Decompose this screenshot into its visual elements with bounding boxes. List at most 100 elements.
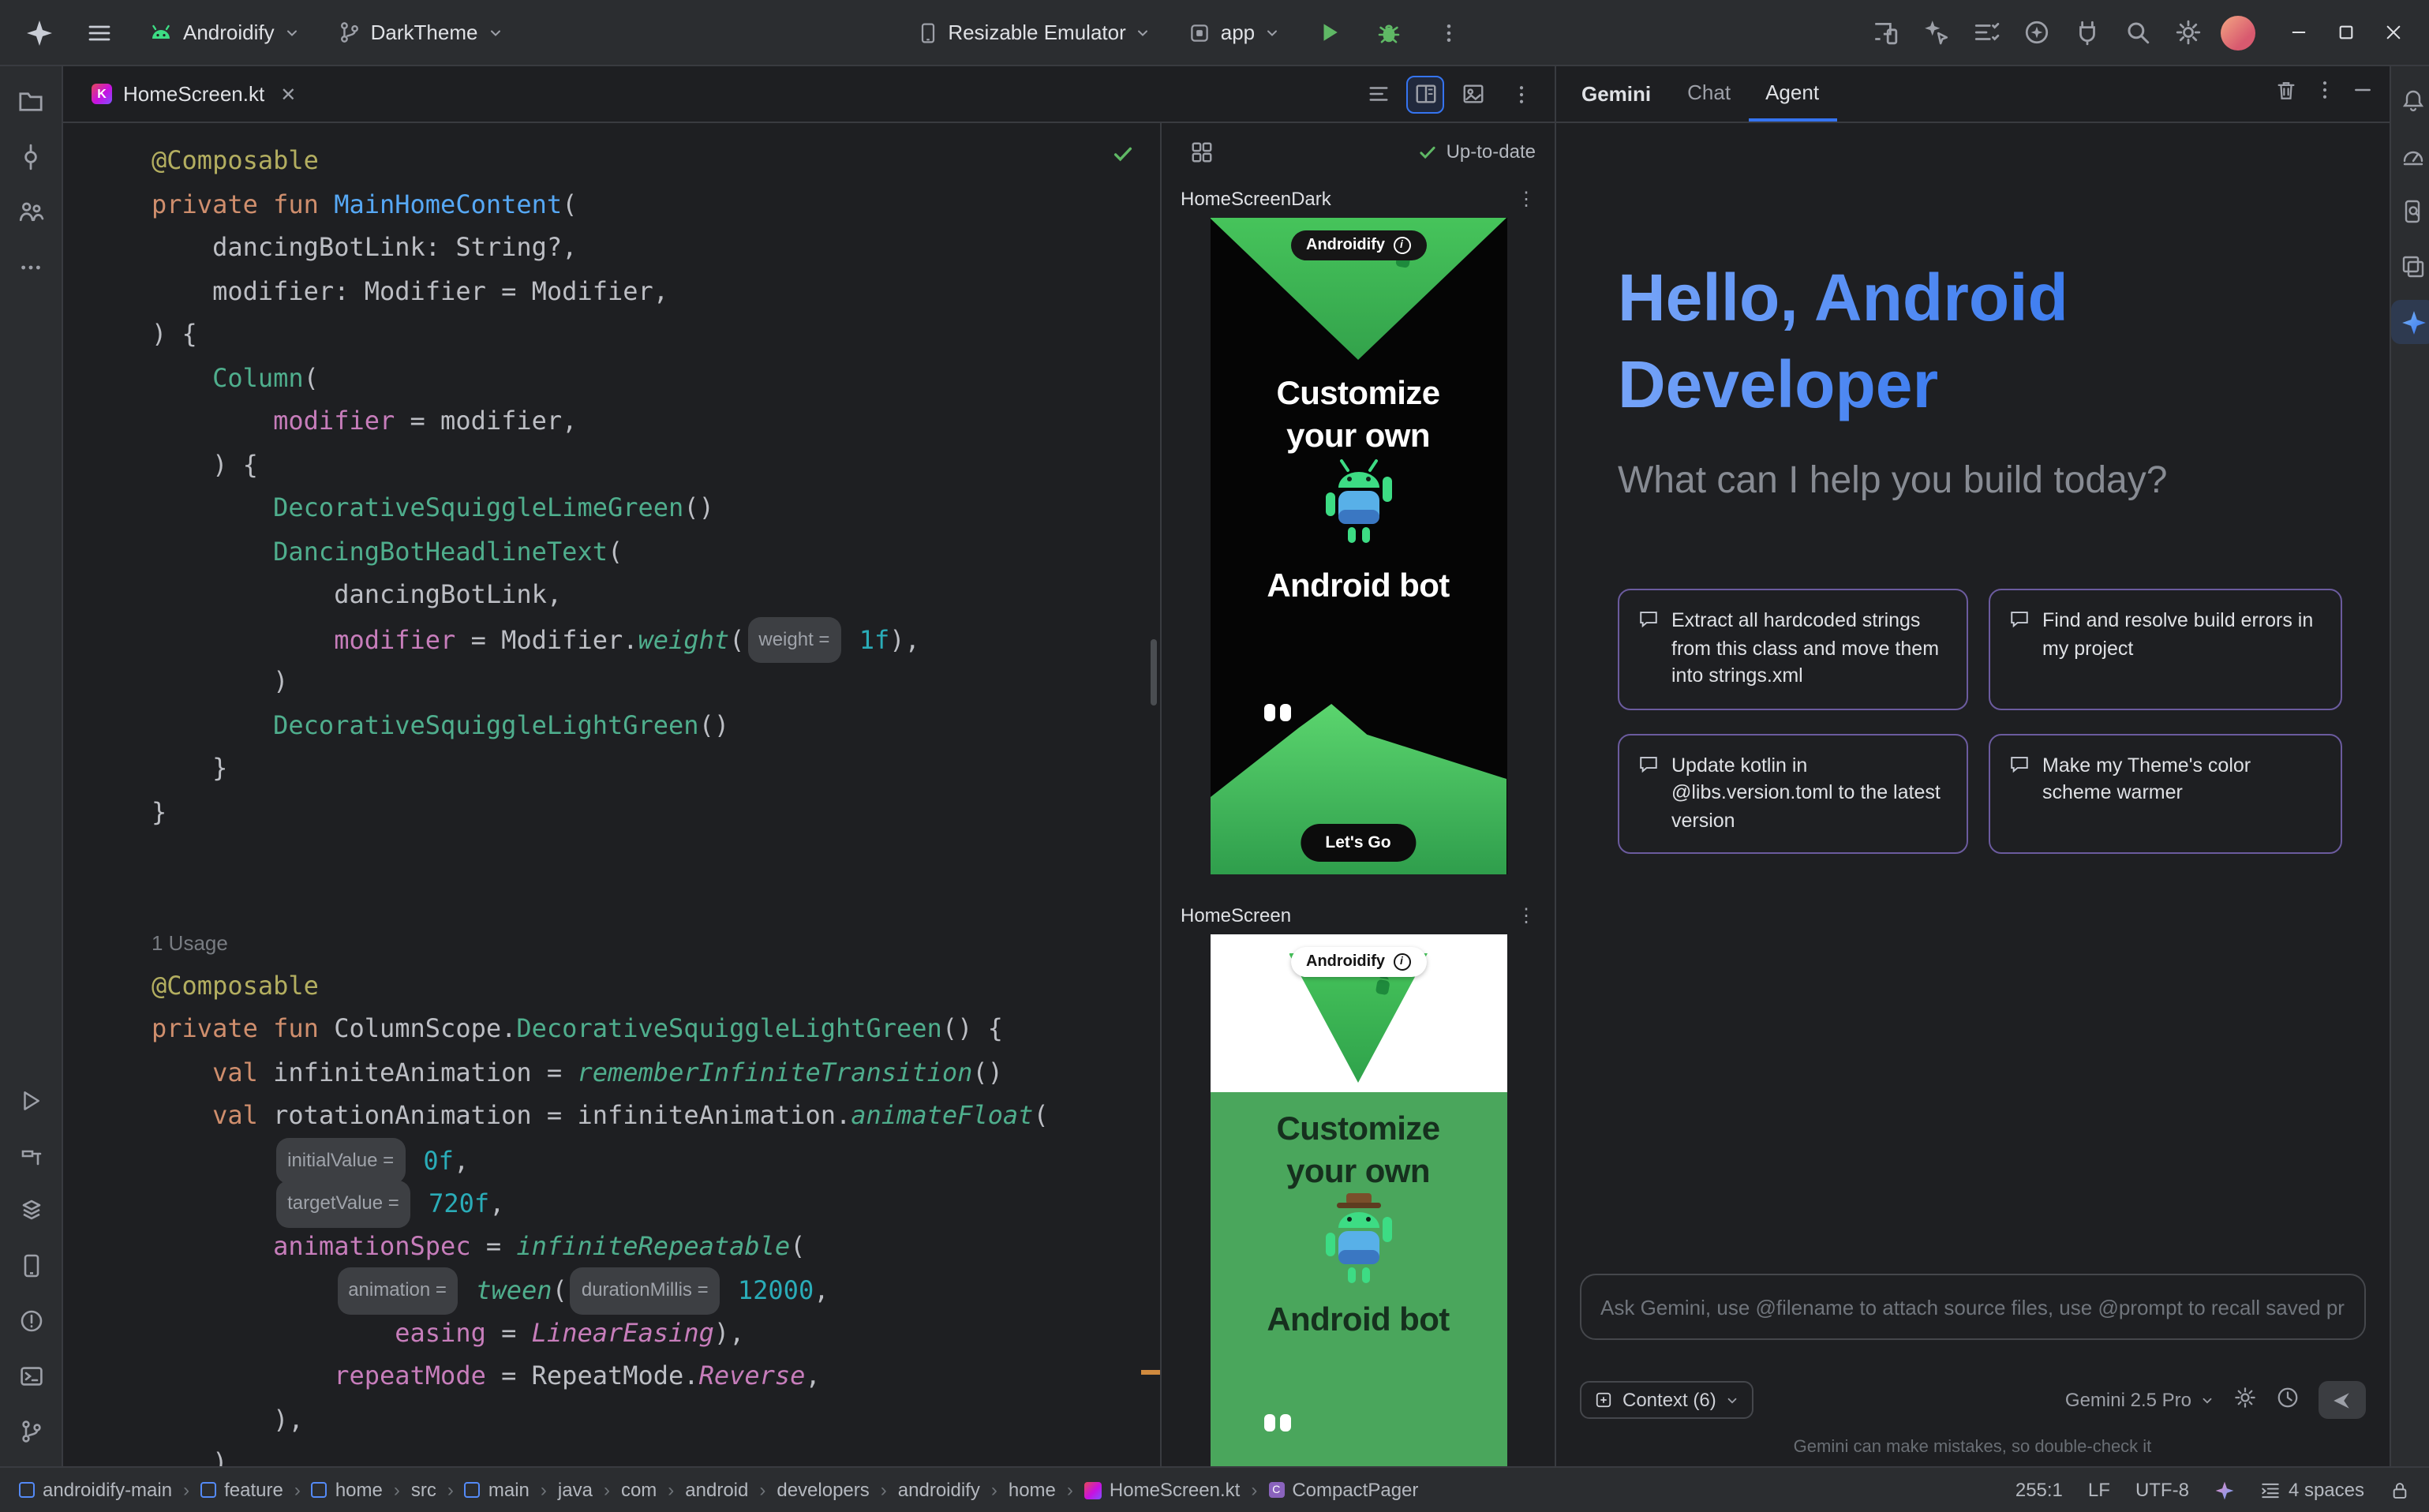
notifications-icon[interactable] — [2391, 79, 2429, 123]
breadcrumb-item[interactable]: android — [685, 1479, 748, 1501]
breadcrumb-item[interactable]: main — [465, 1479, 530, 1501]
packages-icon[interactable] — [9, 1188, 53, 1233]
code-area[interactable]: @Composableprivate fun MainHomeContent( … — [63, 123, 1160, 1466]
code-line[interactable]: easing = LinearEasing), — [152, 1311, 1160, 1354]
code-line[interactable]: } — [152, 790, 1160, 833]
more-actions-icon[interactable] — [1428, 12, 1469, 53]
breadcrumb-item[interactable]: developers — [777, 1479, 869, 1501]
code-line[interactable]: @Composable — [152, 139, 1160, 182]
run-tool-window-icon[interactable] — [9, 1078, 53, 1122]
code-line[interactable]: ) — [152, 1441, 1160, 1466]
gemini-settings-icon[interactable] — [2233, 1386, 2256, 1414]
build-tool-window-icon[interactable] — [9, 1133, 53, 1177]
line-ending-indicator[interactable]: LF — [2088, 1479, 2110, 1501]
breadcrumb-item[interactable]: androidify — [898, 1479, 980, 1501]
code-view-toggle[interactable] — [1359, 75, 1397, 113]
tab-close-icon[interactable]: ✕ — [280, 83, 296, 105]
suggestion-card[interactable]: Find and resolve build errors in my proj… — [1989, 589, 2342, 709]
build-analyzer-icon[interactable] — [1965, 12, 2006, 53]
code-line[interactable]: animationSpec = infiniteRepeatable( — [152, 1224, 1160, 1267]
code-line[interactable]: private fun ColumnScope.DecorativeSquigg… — [152, 1007, 1160, 1050]
breadcrumb-item[interactable]: com — [621, 1479, 657, 1501]
breadcrumb-item[interactable]: CCompactPager — [1268, 1479, 1418, 1501]
commit-icon[interactable] — [9, 134, 53, 178]
breadcrumb-item[interactable]: androidify-main — [19, 1479, 172, 1501]
code-line[interactable]: val rotationAnimation = infiniteAnimatio… — [152, 1094, 1160, 1137]
preview-gallery-icon[interactable] — [1181, 131, 1222, 172]
design-view-toggle[interactable] — [1454, 75, 1491, 113]
code-line[interactable]: dancingBotLink, — [152, 573, 1160, 616]
debug-button[interactable] — [1368, 12, 1409, 53]
code-line[interactable]: DancingBotHeadlineText( — [152, 530, 1160, 573]
plugins-icon[interactable] — [2066, 12, 2107, 53]
context-chip[interactable]: Context (6) — [1580, 1381, 1754, 1419]
user-avatar[interactable] — [2218, 12, 2259, 53]
device-streaming-icon[interactable] — [1864, 12, 1905, 53]
code-line[interactable] — [152, 833, 1160, 877]
indent-indicator[interactable]: 4 spaces — [2260, 1479, 2364, 1501]
breadcrumb-item[interactable]: home — [1009, 1479, 1056, 1501]
hamburger-menu-icon[interactable] — [79, 12, 120, 53]
tab-chat[interactable]: Chat — [1670, 66, 1748, 122]
pull-requests-icon[interactable] — [9, 189, 53, 234]
write-access-lock-icon[interactable] — [2390, 1480, 2410, 1500]
preview-phone-light[interactable]: Androidify i Customize your own Android … — [1210, 934, 1506, 1466]
preview-options-icon[interactable]: ⋮ — [1517, 904, 1536, 926]
code-line[interactable]: DecorativeSquiggleLimeGreen() — [152, 486, 1160, 530]
code-line[interactable]: modifier: Modifier = Modifier, — [152, 269, 1160, 313]
profiler-icon[interactable] — [2391, 134, 2429, 178]
suggestion-card[interactable]: Update kotlin in @libs.version.toml to t… — [1618, 733, 1968, 854]
more-tool-windows-icon[interactable] — [9, 245, 53, 289]
settings-icon[interactable] — [2167, 12, 2208, 53]
device-manager-icon[interactable] — [9, 1244, 53, 1288]
hide-panel-icon[interactable] — [2351, 79, 2373, 109]
preview-options-icon[interactable]: ⋮ — [1517, 188, 1536, 210]
suggestion-card[interactable]: Make my Theme's color scheme warmer — [1989, 733, 2342, 854]
layout-inspector-icon[interactable] — [2391, 245, 2429, 289]
code-line[interactable]: private fun MainHomeContent( — [152, 182, 1160, 226]
code-line[interactable]: ) — [152, 660, 1160, 703]
window-close-button[interactable] — [2372, 12, 2413, 53]
history-icon[interactable] — [2275, 1386, 2299, 1414]
breadcrumb-item[interactable]: java — [558, 1479, 593, 1501]
code-line[interactable]: val infiniteAnimation = rememberInfinite… — [152, 1050, 1160, 1094]
trash-icon[interactable] — [2274, 78, 2297, 110]
run-configuration-selector[interactable]: app — [1180, 14, 1289, 51]
lets-go-button[interactable]: Let's Go — [1300, 824, 1416, 862]
code-line[interactable]: ), — [152, 1398, 1160, 1441]
project-folder-icon[interactable] — [9, 79, 53, 123]
gemini-sidebar-icon[interactable] — [2391, 300, 2429, 344]
editor-tab-homescreen[interactable]: K HomeScreen.kt ✕ — [79, 65, 309, 122]
ai-status-icon[interactable] — [2214, 1480, 2235, 1500]
breadcrumb-item[interactable]: home — [312, 1479, 383, 1501]
code-line[interactable]: Column( — [152, 356, 1160, 399]
breadcrumb-item[interactable]: src — [411, 1479, 436, 1501]
breadcrumb-item[interactable]: feature — [200, 1479, 283, 1501]
code-line[interactable] — [152, 877, 1160, 920]
gemini-prompt-input[interactable]: Ask Gemini, use @filename to attach sour… — [1580, 1274, 2365, 1340]
gemini-more-options-icon[interactable] — [2313, 79, 2335, 109]
search-icon[interactable] — [2116, 12, 2158, 53]
editor-scrollbar[interactable] — [1151, 639, 1157, 705]
caret-position[interactable]: 255:1 — [2015, 1479, 2063, 1501]
terminal-icon[interactable] — [9, 1354, 53, 1398]
editor-more-options-icon[interactable] — [1501, 73, 1542, 114]
code-line[interactable]: dancingBotLink: String?, — [152, 226, 1160, 269]
code-line[interactable]: modifier = modifier, — [152, 399, 1160, 443]
code-line[interactable]: 1 Usage — [152, 920, 1160, 964]
code-line[interactable]: @Composable — [152, 964, 1160, 1007]
run-button[interactable] — [1308, 12, 1349, 53]
preview-phone-dark[interactable]: Androidify i Customize your own Android … — [1210, 218, 1506, 874]
suggestion-card[interactable]: Extract all hardcoded strings from this … — [1618, 589, 1968, 709]
send-button[interactable] — [2318, 1381, 2365, 1419]
vcs-branch-selector[interactable]: DarkTheme — [328, 14, 513, 51]
code-line[interactable]: ) { — [152, 443, 1160, 486]
code-line[interactable]: animation = tween(durationMillis = 12000… — [152, 1267, 1160, 1311]
inspections-ok-icon[interactable] — [1111, 142, 1135, 174]
encoding-indicator[interactable]: UTF-8 — [2135, 1479, 2189, 1501]
code-line[interactable]: DecorativeSquiggleLightGreen() — [152, 703, 1160, 747]
problems-icon[interactable] — [9, 1299, 53, 1343]
code-line[interactable]: } — [152, 747, 1160, 790]
gemini-assist-icon[interactable] — [1914, 12, 1956, 53]
code-line[interactable]: ) { — [152, 313, 1160, 356]
